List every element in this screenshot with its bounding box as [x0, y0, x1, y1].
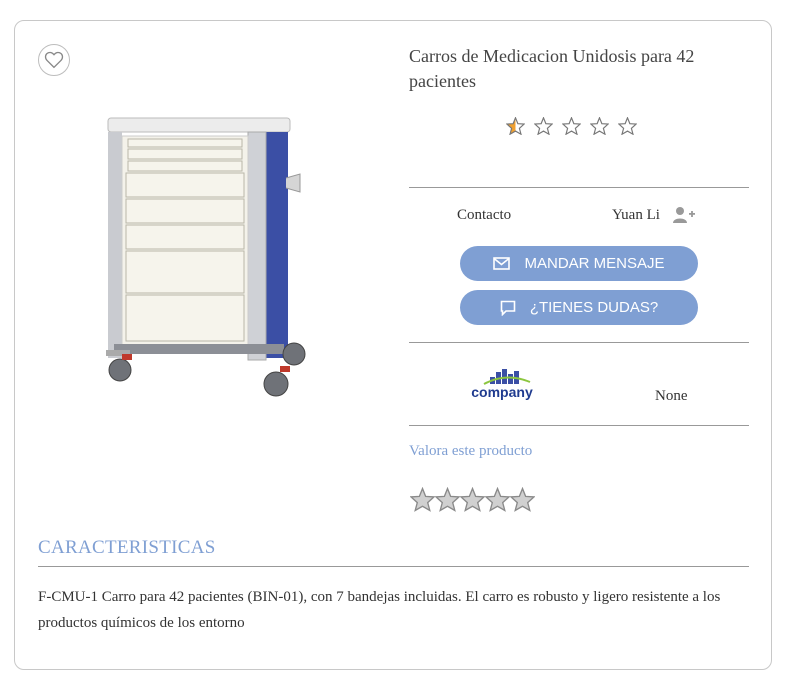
- add-user-icon[interactable]: [673, 206, 695, 224]
- product-image: [106, 117, 306, 397]
- star-icon[interactable]: [435, 487, 460, 512]
- send-message-button[interactable]: MANDAR MENSAJE: [460, 246, 698, 281]
- star-icon: [618, 117, 637, 135]
- rate-stars[interactable]: [410, 487, 535, 512]
- company-logo-text: company: [471, 384, 533, 400]
- star-icon[interactable]: [460, 487, 485, 512]
- chat-icon: [500, 300, 516, 316]
- star-icon: [534, 117, 553, 135]
- divider: [38, 566, 749, 567]
- star-icon[interactable]: [485, 487, 510, 512]
- contact-label: Contacto: [457, 207, 512, 223]
- heart-icon: [44, 51, 64, 69]
- star-icon: [506, 117, 525, 135]
- company-logo[interactable]: company: [466, 366, 538, 402]
- divider: [409, 425, 749, 426]
- star-icon: [590, 117, 609, 135]
- divider: [409, 342, 749, 343]
- rate-product-link[interactable]: Valora este producto: [409, 443, 532, 460]
- questions-label: ¿TIENES DUDAS?: [529, 299, 659, 316]
- envelope-icon: [493, 257, 511, 270]
- company-value: None: [655, 388, 688, 404]
- product-rating: [506, 117, 637, 135]
- characteristics-heading: CARACTERISTICAS: [38, 537, 216, 558]
- star-icon[interactable]: [510, 487, 535, 512]
- contact-name[interactable]: Yuan Li: [612, 207, 660, 224]
- star-icon[interactable]: [410, 487, 435, 512]
- star-icon: [562, 117, 581, 135]
- send-message-label: MANDAR MENSAJE: [524, 255, 665, 272]
- characteristics-description: F-CMU-1 Carro para 42 pacientes (BIN-01)…: [38, 589, 721, 631]
- product-title: Carros de Medicacion Unidosis para 42 pa…: [409, 46, 695, 91]
- favorite-button[interactable]: [38, 44, 70, 76]
- questions-button[interactable]: ¿TIENES DUDAS?: [460, 290, 698, 325]
- divider: [409, 187, 749, 188]
